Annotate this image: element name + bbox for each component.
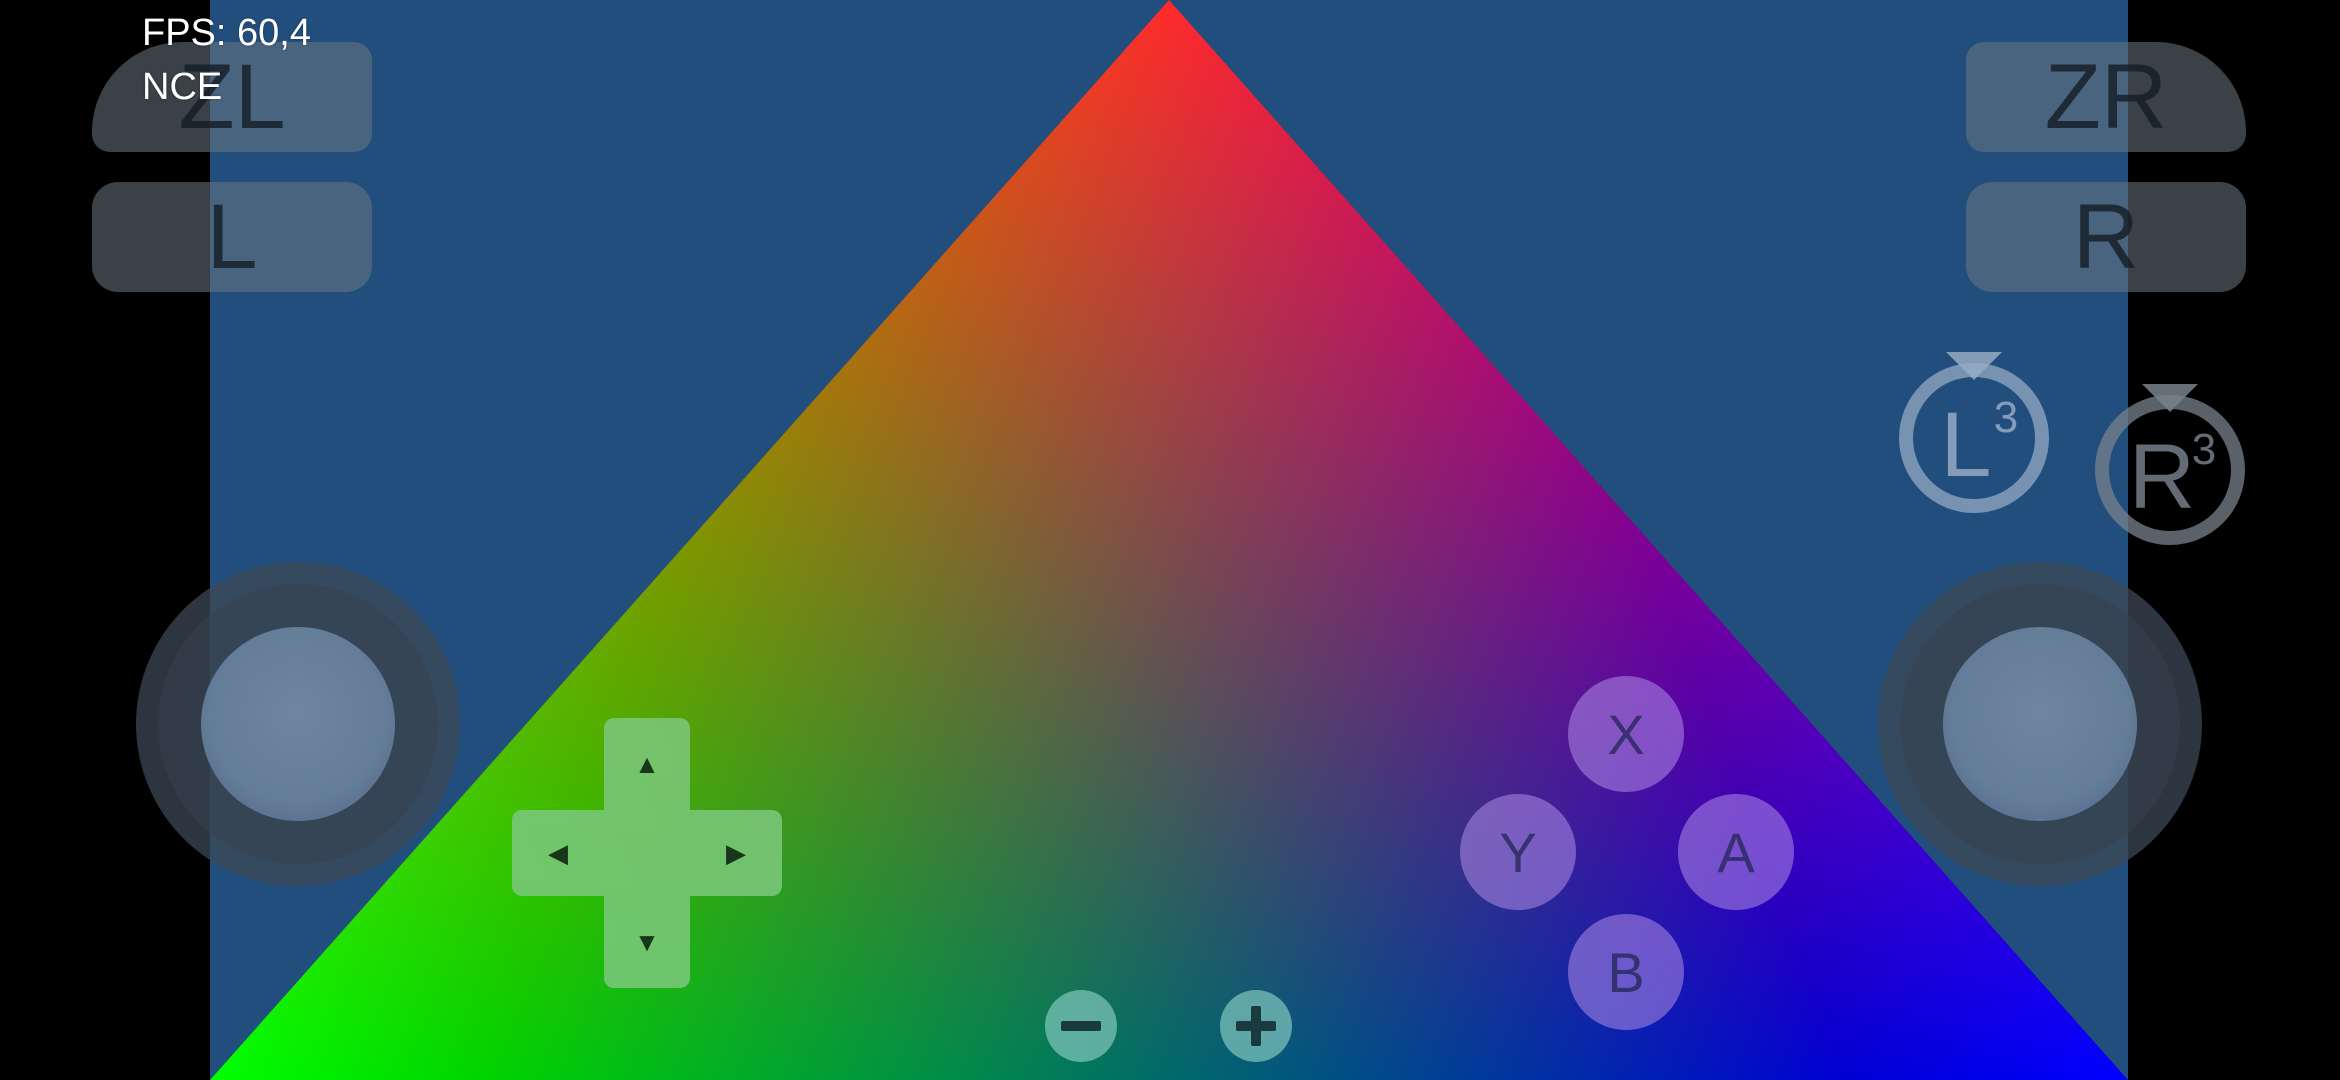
rgb-triangle-render <box>210 0 2128 1080</box>
dpad-right-button[interactable]: ▶ <box>690 810 782 896</box>
arrow-up-icon: ▲ <box>634 748 660 779</box>
fps-counter: FPS: 60,4 <box>142 12 311 54</box>
cpu-backend-label: NCE <box>142 66 223 108</box>
plus-button[interactable] <box>1220 990 1292 1062</box>
arrow-right-icon: ▶ <box>726 837 746 868</box>
minus-icon <box>1061 1021 1101 1031</box>
right-joystick-knob[interactable] <box>1943 627 2137 821</box>
performance-overlay: FPS: 60,4 NCE <box>142 6 311 114</box>
zr-button[interactable]: ZR <box>1966 42 2246 152</box>
l3-icon: L 3 <box>1899 352 2049 513</box>
r3-button[interactable]: R 3 <box>2090 380 2250 555</box>
l-button[interactable]: L <box>92 182 372 292</box>
l3-label: L <box>1940 394 1991 496</box>
dpad-up-button[interactable]: ▲ <box>604 718 690 810</box>
left-joystick-knob[interactable] <box>201 627 395 821</box>
y-button[interactable]: Y <box>1460 794 1576 910</box>
r-button[interactable]: R <box>1966 182 2246 292</box>
dpad-down-button[interactable]: ▼ <box>604 896 690 988</box>
arrow-left-icon: ◀ <box>548 837 568 868</box>
l3-button[interactable]: L 3 <box>1894 348 2054 523</box>
dpad[interactable]: ▲ ▼ ◀ ▶ <box>512 718 782 988</box>
emulator-screen: FPS: 60,4 NCE ZL L ZR R L 3 R 3 ▲ ▼ ◀ ▶ … <box>0 0 2340 1080</box>
arrow-down-icon: ▼ <box>634 926 660 957</box>
x-button[interactable]: X <box>1568 676 1684 792</box>
r3-superscript: 3 <box>2192 425 2216 474</box>
b-button[interactable]: B <box>1568 914 1684 1030</box>
left-joystick[interactable] <box>136 562 460 886</box>
right-joystick[interactable] <box>1878 562 2202 886</box>
r3-label: R <box>2129 426 2195 528</box>
game-viewport[interactable] <box>210 0 2128 1080</box>
minus-button[interactable] <box>1045 990 1117 1062</box>
a-button[interactable]: A <box>1678 794 1794 910</box>
dpad-left-button[interactable]: ◀ <box>512 810 604 896</box>
dpad-center <box>604 810 690 896</box>
l3-superscript: 3 <box>1994 393 2018 442</box>
r3-icon: R 3 <box>2095 384 2245 545</box>
